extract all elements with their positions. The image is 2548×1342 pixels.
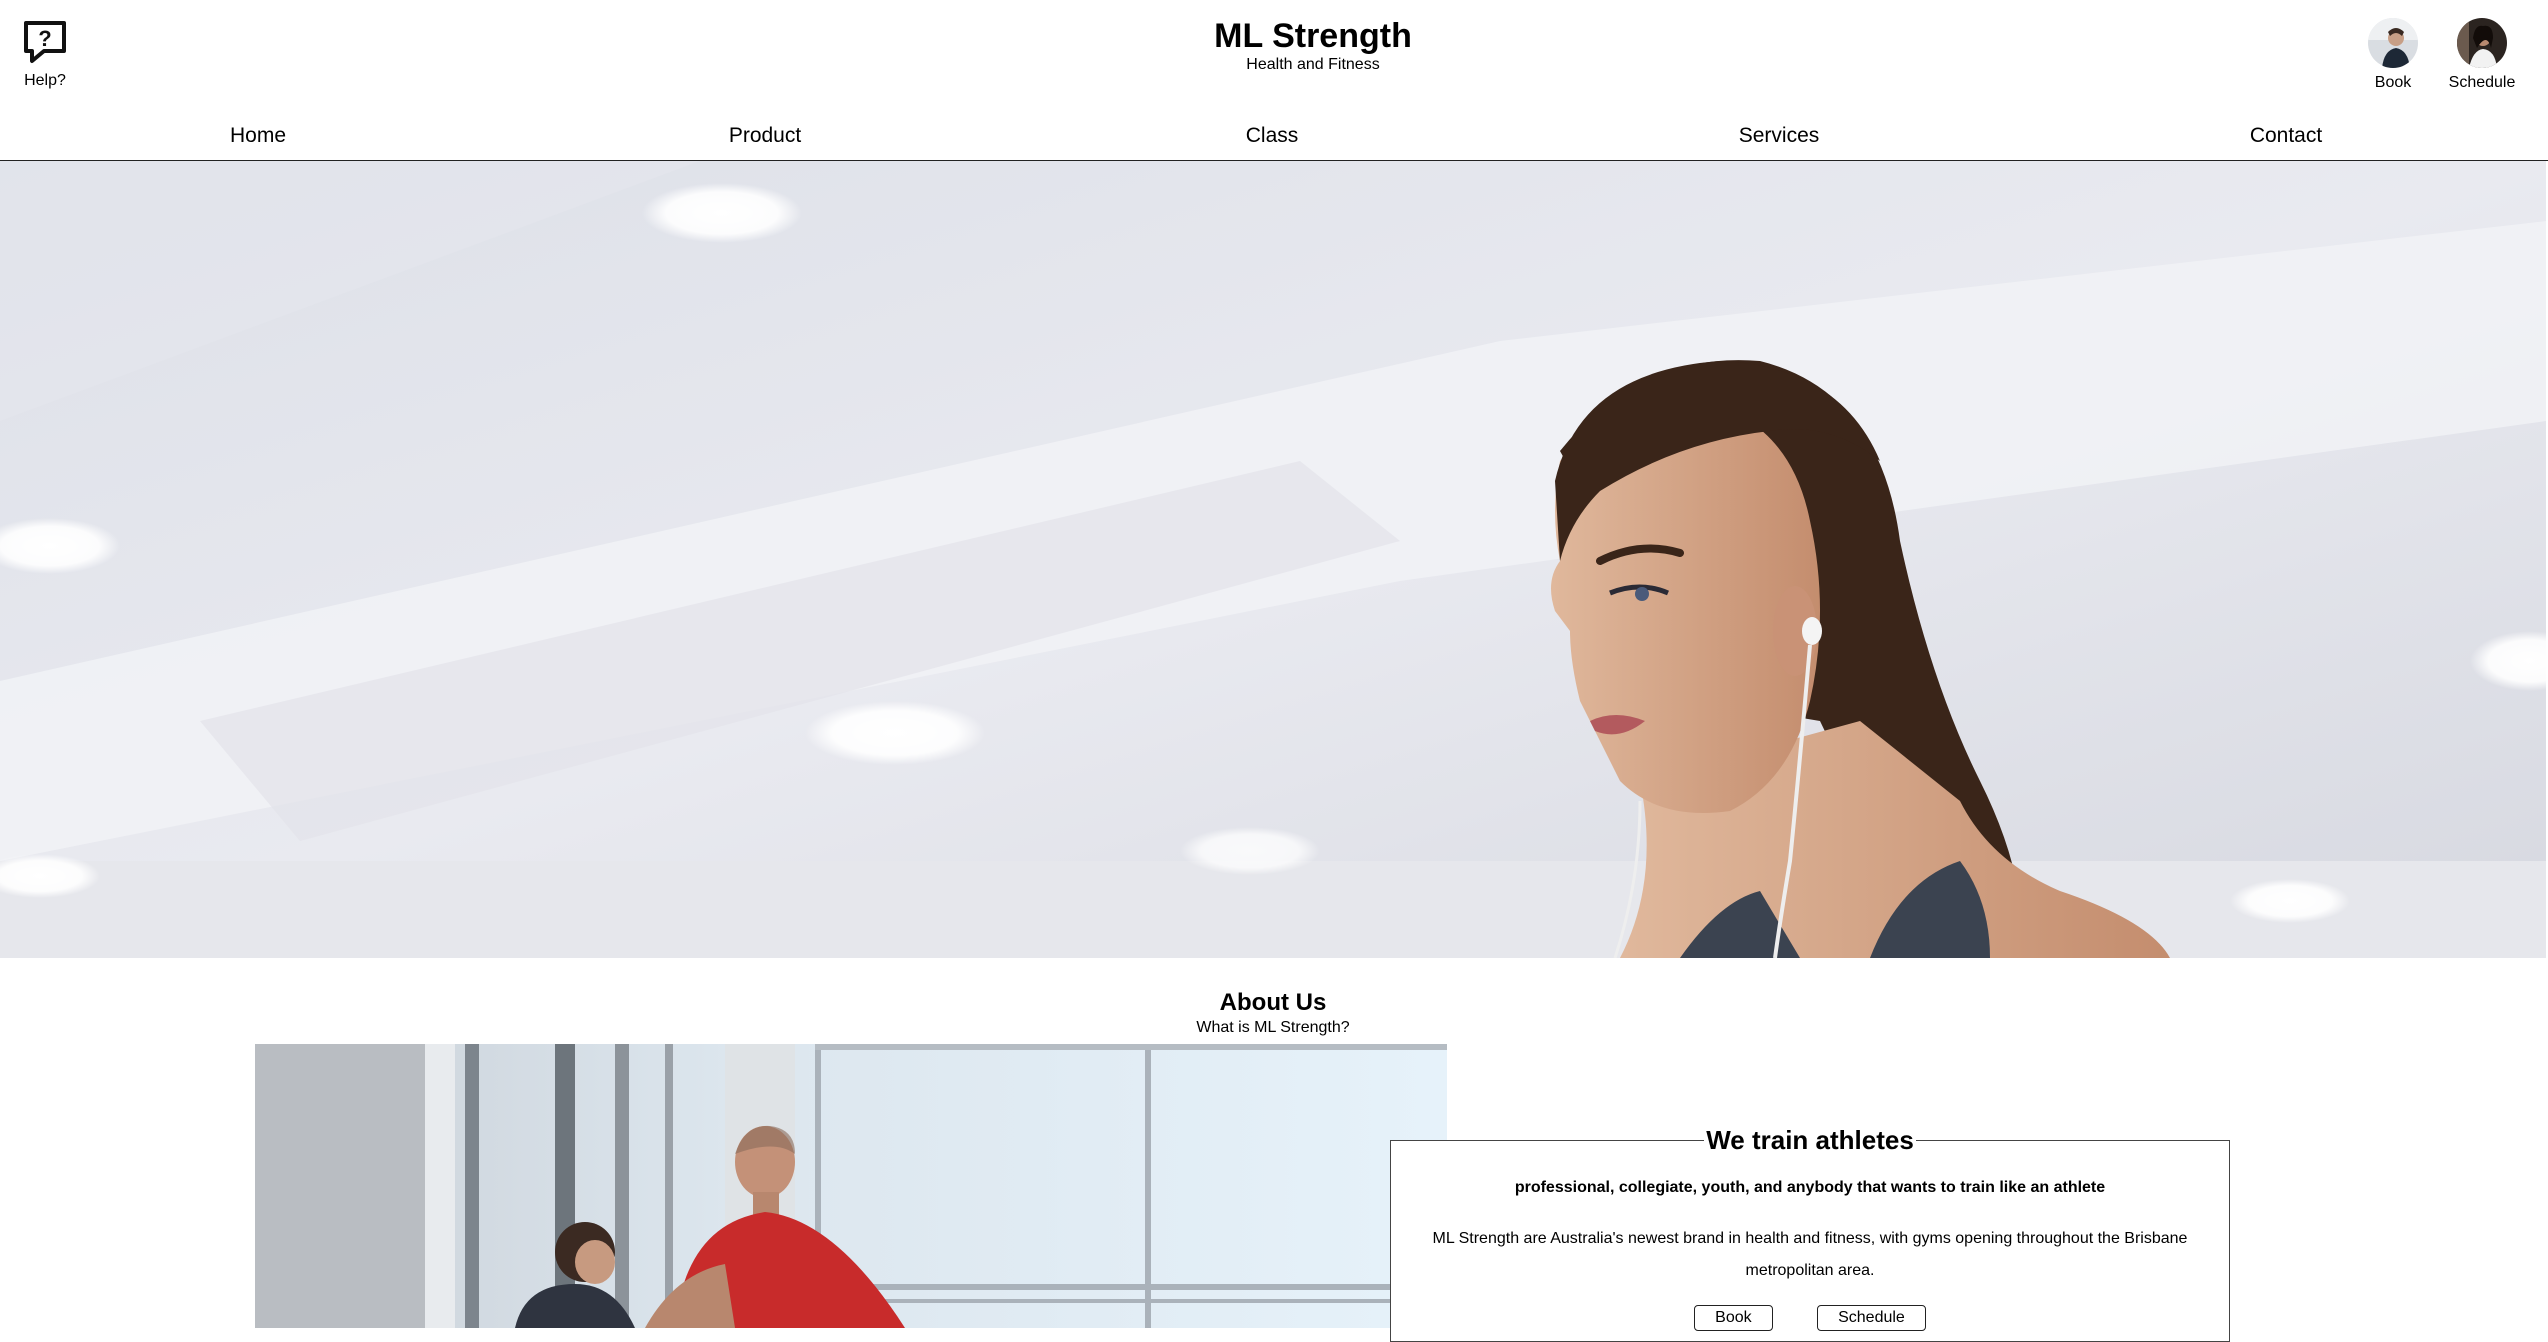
about-photo <box>255 1044 1447 1328</box>
site-title: ML Strength <box>1214 17 1412 55</box>
hero-image <box>0 161 2546 958</box>
about-header: About Us What is ML Strength? <box>0 988 2546 1038</box>
nav-contact[interactable]: Contact <box>2250 124 2322 148</box>
book-quick-link[interactable]: Book <box>2368 18 2418 92</box>
nav-services[interactable]: Services <box>1739 124 1820 148</box>
about-box-title: We train athletes <box>1704 1125 1916 1155</box>
book-button[interactable]: Book <box>1694 1305 1773 1331</box>
about-title: About Us <box>1219 989 1327 1016</box>
main-nav: Home Product Class Services Contact <box>0 122 2548 161</box>
help-label: Help? <box>24 72 66 89</box>
about-subtitle: What is ML Strength? <box>1196 1019 1350 1036</box>
about-body: ML Strength are Australia's newest brand… <box>1432 1230 2188 1279</box>
site-subtitle: Health and Fitness <box>1246 56 1380 73</box>
nav-class[interactable]: Class <box>1246 124 1299 148</box>
about-info-box: We train athletes professional, collegia… <box>1390 1125 2230 1342</box>
nav-product[interactable]: Product <box>729 124 801 148</box>
schedule-quick-link[interactable]: Schedule <box>2446 18 2518 92</box>
schedule-button[interactable]: Schedule <box>1817 1305 1926 1331</box>
about-buttons: Book Schedule <box>1391 1305 2229 1331</box>
schedule-quick-label: Schedule <box>2448 74 2516 91</box>
book-quick-label: Book <box>2374 74 2412 91</box>
about-tagline: professional, collegiate, youth, and any… <box>1514 1179 2106 1196</box>
nav-home[interactable]: Home <box>230 124 286 148</box>
book-avatar <box>2368 18 2418 68</box>
schedule-avatar <box>2457 18 2507 68</box>
brand: ML Strength Health and Fitness <box>0 16 2548 74</box>
